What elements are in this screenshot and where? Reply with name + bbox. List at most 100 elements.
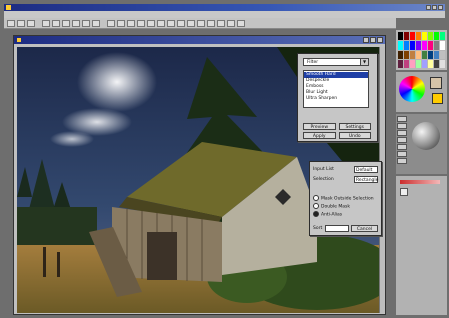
toolbar-separator	[37, 20, 40, 27]
color-swatch[interactable]	[434, 32, 439, 41]
foreground-color-swatch[interactable]	[430, 77, 442, 89]
color-swatch[interactable]	[428, 32, 433, 41]
color-swatch[interactable]	[416, 59, 421, 68]
doc-minimize-button[interactable]	[363, 37, 369, 43]
color-swatch[interactable]	[410, 41, 415, 50]
color-swatch[interactable]	[404, 50, 409, 59]
text-icon[interactable]	[197, 19, 205, 27]
color-swatch[interactable]	[434, 59, 439, 68]
select-tool-icon[interactable]	[397, 116, 407, 122]
preview-button[interactable]: Preview	[303, 123, 336, 130]
apply-button[interactable]: Apply	[303, 132, 336, 139]
filter-list[interactable]: Smooth Hard Despeckle Emboss Blur Light …	[303, 70, 369, 108]
zoom-in-icon[interactable]	[107, 19, 115, 27]
color-swatch[interactable]	[440, 50, 445, 59]
save-icon[interactable]	[27, 19, 35, 27]
help-icon[interactable]	[207, 19, 215, 27]
color-swatch[interactable]	[422, 32, 427, 41]
selection-select[interactable]: Rectangle	[354, 176, 378, 183]
radio-button-icon[interactable]	[313, 211, 319, 217]
background-color-swatch[interactable]	[432, 93, 443, 104]
new-file-icon[interactable]	[7, 19, 15, 27]
radio-button-icon[interactable]	[313, 195, 319, 201]
settings-button[interactable]: Settings	[338, 123, 371, 130]
zoom-tool-icon[interactable]	[397, 158, 407, 164]
color-picker-panel	[396, 72, 447, 112]
color-swatch[interactable]	[404, 32, 409, 41]
color-swatch[interactable]	[404, 41, 409, 50]
color-swatch[interactable]	[416, 50, 421, 59]
flip-icon[interactable]	[147, 19, 155, 27]
copy-icon[interactable]	[62, 19, 70, 27]
fill-tool-icon[interactable]	[397, 144, 407, 150]
color-swatch[interactable]	[440, 59, 445, 68]
color-swatch[interactable]	[398, 32, 403, 41]
color-swatch[interactable]	[440, 41, 445, 50]
color-swatch[interactable]	[422, 50, 427, 59]
cut-icon[interactable]	[52, 19, 60, 27]
doc-close-button[interactable]	[377, 37, 383, 43]
color-swatch[interactable]	[428, 41, 433, 50]
color-swatch-palette[interactable]	[396, 30, 447, 70]
open-file-icon[interactable]	[17, 19, 25, 27]
color-wheel[interactable]	[399, 76, 425, 102]
zoom-out-icon[interactable]	[117, 19, 125, 27]
undo-button[interactable]: Undo	[338, 132, 371, 139]
eraser-tool-icon[interactable]	[397, 137, 407, 143]
input-list-select[interactable]: Default	[354, 166, 378, 173]
color-swatch[interactable]	[410, 59, 415, 68]
color-swatch[interactable]	[422, 59, 427, 68]
panel-checkbox[interactable]	[400, 188, 408, 196]
color-swatch[interactable]	[428, 50, 433, 59]
color-swatch[interactable]	[422, 41, 427, 50]
option-mask-outside[interactable]: Mask Outside Selection	[313, 195, 374, 202]
crop-icon[interactable]	[127, 19, 135, 27]
cancel-button[interactable]: Cancel	[351, 225, 378, 232]
filter-dialog: Filter ▼ Smooth Hard Despeckle Emboss Bl…	[297, 53, 378, 142]
maximize-button[interactable]	[432, 5, 437, 10]
paste-icon[interactable]	[72, 19, 80, 27]
color-swatch[interactable]	[398, 50, 403, 59]
color-swatch[interactable]	[416, 41, 421, 50]
rotate-icon[interactable]	[137, 19, 145, 27]
palette-icon[interactable]	[227, 19, 235, 27]
radio-button-icon[interactable]	[313, 203, 319, 209]
color-swatch[interactable]	[434, 41, 439, 50]
input-list-row: Input List Default	[313, 166, 378, 173]
text-tool-icon[interactable]	[397, 151, 407, 157]
color-swatch[interactable]	[404, 59, 409, 68]
chevron-down-icon[interactable]: ▼	[360, 59, 368, 65]
filter-dropdown[interactable]: Filter ▼	[303, 58, 369, 66]
print-icon[interactable]	[42, 19, 50, 27]
close-button[interactable]	[438, 5, 443, 10]
color-swatch[interactable]	[410, 32, 415, 41]
color-swatch[interactable]	[416, 32, 421, 41]
gradient-bar[interactable]	[400, 180, 440, 184]
color-swatch[interactable]	[428, 59, 433, 68]
sort-field[interactable]	[325, 225, 349, 232]
lasso-tool-icon[interactable]	[397, 123, 407, 129]
undo-icon[interactable]	[82, 19, 90, 27]
color-swatch[interactable]	[398, 41, 403, 50]
option-anti-alias[interactable]: Anti-Alias	[313, 211, 342, 218]
tool-palette	[396, 114, 447, 174]
resize-icon[interactable]	[157, 19, 165, 27]
brush-icon[interactable]	[187, 19, 195, 27]
main-toolbar	[4, 18, 396, 29]
filter-list-item[interactable]: Ultra Sharpen	[304, 96, 368, 102]
option-double-mask[interactable]: Double Mask	[313, 203, 350, 210]
selection-row: Selection Rectangle	[313, 176, 378, 183]
color-swatch[interactable]	[398, 59, 403, 68]
brush-tool-icon[interactable]	[397, 130, 407, 136]
option-label: Mask Outside Selection	[321, 196, 374, 202]
layers-icon[interactable]	[167, 19, 175, 27]
filter-icon[interactable]	[177, 19, 185, 27]
color-swatch[interactable]	[410, 50, 415, 59]
doc-maximize-button[interactable]	[370, 37, 376, 43]
redo-icon[interactable]	[92, 19, 100, 27]
color-swatch[interactable]	[440, 32, 445, 41]
color-icon[interactable]	[217, 19, 225, 27]
options-icon[interactable]	[237, 19, 245, 27]
color-swatch[interactable]	[434, 50, 439, 59]
minimize-button[interactable]	[426, 5, 431, 10]
